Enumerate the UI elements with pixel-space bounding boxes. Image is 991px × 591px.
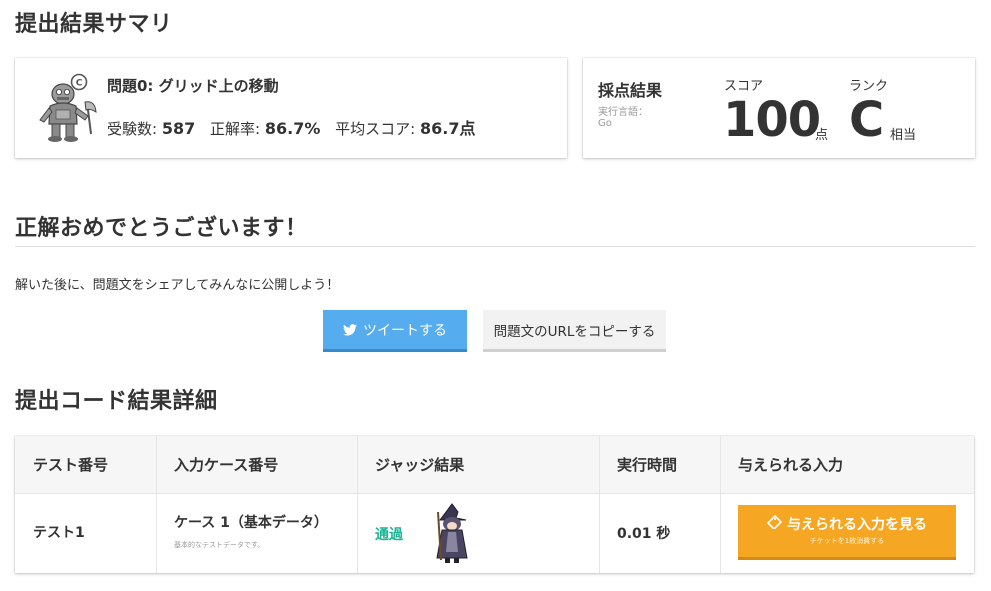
tweet-button-label: ツイートする xyxy=(363,322,447,339)
score-unit: 点 xyxy=(815,128,829,143)
cell-exec-time: 0.01 秒 xyxy=(617,526,671,542)
accuracy-label: 正解率: xyxy=(210,120,261,138)
score-value: 100 xyxy=(723,92,821,148)
header-exec-time: 実行時間 xyxy=(617,456,678,474)
svg-text:C: C xyxy=(76,79,83,89)
header-test-number: テスト番号 xyxy=(33,456,109,474)
language-label: 実行言語： xyxy=(598,107,648,118)
cell-test-name: テスト1 xyxy=(33,525,85,541)
details-title: 提出コード結果詳細 xyxy=(15,389,218,414)
language-value: Go xyxy=(598,118,612,129)
examinees-label: 受験数: xyxy=(107,120,158,138)
ticket-icon xyxy=(767,515,782,529)
rank-unit: 相当 xyxy=(890,128,917,143)
view-input-text: 与えられる入力を見る xyxy=(787,517,927,533)
cell-case-name: ケース 1（基本データ） xyxy=(174,515,328,531)
view-input-button-label: 与えられる入力を見る xyxy=(738,514,956,534)
score-card: 採点結果 実行言語： Go スコア 100 点 ランク C 相当 xyxy=(583,58,975,158)
tweet-button[interactable]: ツイートする xyxy=(323,310,467,352)
header-judge-result: ジャッジ結果 xyxy=(375,456,465,474)
view-input-button[interactable]: 与えられる入力を見る チケットを1枚消費する xyxy=(738,505,956,560)
header-given-input: 与えられる入力 xyxy=(738,456,844,474)
share-text: 解いた後に、問題文をシェアしてみんなに公開しよう！ xyxy=(15,278,340,293)
header-case-number: 入力ケース番号 xyxy=(174,456,279,474)
robot-avatar: C xyxy=(39,73,97,142)
avg-score-value: 86.7点 xyxy=(420,119,476,138)
copy-url-button[interactable]: 問題文のURLをコピーする xyxy=(483,310,666,352)
problem-title: 問題0: グリッド上の移動 xyxy=(107,77,279,95)
score-heading: 採点結果 xyxy=(598,81,663,100)
problem-summary-card: C 問題0: グリッド上の移動 受験数: 587 正解率: 86.7% 平均スコ… xyxy=(15,58,567,158)
summary-title: 提出結果サマリ xyxy=(15,12,173,37)
cell-case-description: 基本的なテストデータです。 xyxy=(174,541,265,549)
avg-score-label: 平均スコア: xyxy=(335,120,416,138)
view-input-subtext: チケットを1枚消費する xyxy=(809,537,885,545)
copy-url-button-label: 問題文のURLをコピーする xyxy=(493,323,656,340)
examinees-value: 587 xyxy=(161,119,196,138)
problem-stats: 受験数: 587 正解率: 86.7% 平均スコア: 86.7点 xyxy=(107,115,476,139)
witch-character xyxy=(436,503,468,563)
results-table: テスト番号 入力ケース番号 ジャッジ結果 実行時間 与えられる入力 テスト1 ケ… xyxy=(15,436,974,573)
twitter-bird-icon xyxy=(343,323,357,336)
divider xyxy=(15,246,975,247)
congrats-title: 正解おめでとうございます！ xyxy=(15,216,308,241)
accuracy-value: 86.7% xyxy=(264,119,321,138)
rank-value: C xyxy=(849,92,885,148)
cell-judge-result: 通過 xyxy=(375,527,403,543)
